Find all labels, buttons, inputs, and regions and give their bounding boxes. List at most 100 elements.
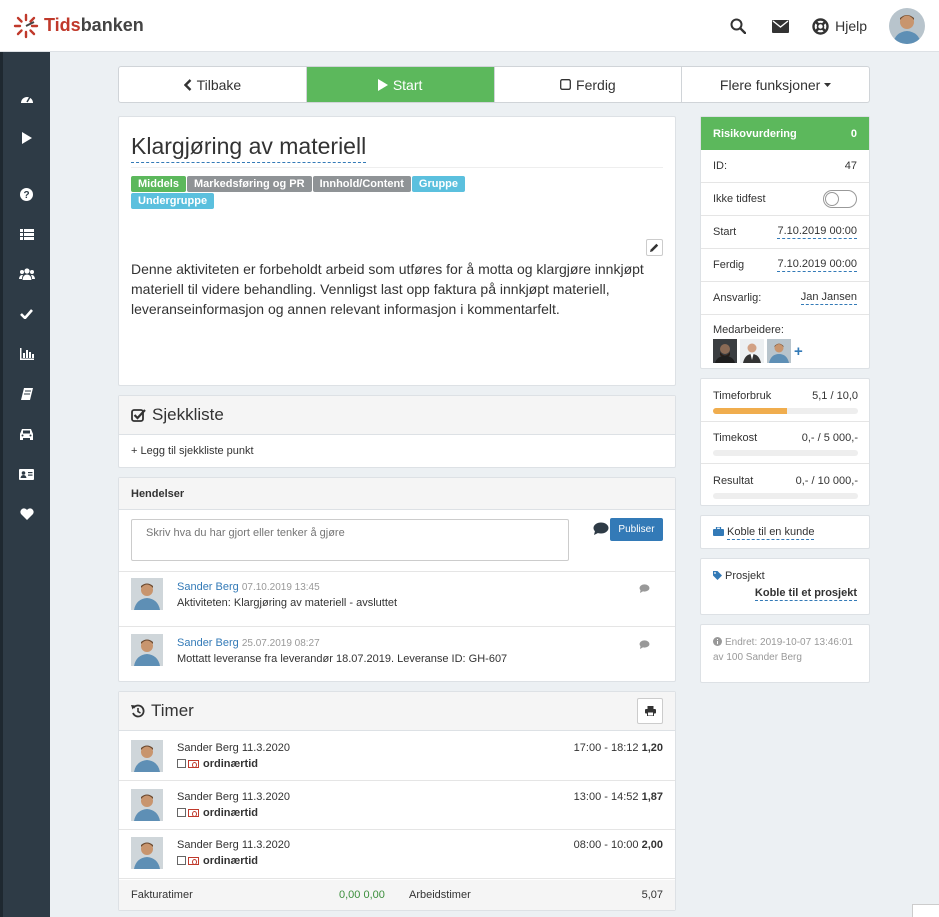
timer-user-date: Sander Berg 11.3.2020 [177, 742, 290, 754]
heart-icon[interactable] [3, 502, 50, 526]
event-time: 07.10.2019 13:45 [241, 582, 320, 593]
work-hours-value: 5,07 [641, 889, 663, 901]
start-date[interactable]: 7.10.2019 00:00 [777, 225, 857, 239]
events-panel: Hendelser Publiser Sander Berg 07.10.201… [118, 477, 676, 682]
print-icon [644, 706, 656, 716]
envelope-icon[interactable] [770, 16, 790, 36]
event-input[interactable] [131, 519, 569, 561]
list-icon[interactable] [3, 222, 50, 246]
changed-line-1: Endret: 2019-10-07 13:46:01 [725, 637, 853, 648]
dashboard-icon[interactable] [3, 86, 50, 110]
more-functions-dropdown[interactable]: Flere funksjoner [682, 67, 869, 102]
tag-priority[interactable]: Middels [131, 176, 186, 192]
bar-chart-icon[interactable] [3, 342, 50, 366]
checklist-panel: Sjekkliste + Legg til sjekkliste punkt [118, 395, 676, 468]
app-logo[interactable]: Tidsbanken [13, 13, 144, 39]
tag-group[interactable]: Gruppe [411, 176, 466, 192]
publish-button[interactable]: Publiser [610, 518, 663, 541]
corner-widget[interactable] [912, 904, 939, 917]
unscheduled-row: Ikke tidfest [701, 183, 869, 216]
edit-description-button[interactable] [646, 239, 663, 256]
book-icon[interactable] [3, 382, 50, 406]
member-avatar[interactable] [713, 339, 737, 363]
timer-header: Timer [119, 692, 675, 731]
timer-panel: Timer Sander Berg 11.3.2020 ordinærtid 1… [118, 691, 676, 911]
task-tags: Middels Markedsføring og PR Innhold/Conten… [131, 176, 531, 210]
owner-name[interactable]: Jan Jansen [800, 291, 857, 305]
start-button[interactable]: Start [306, 67, 495, 102]
link-project-link[interactable]: Koble til et prosjekt [754, 587, 857, 601]
timer-user-avatar [131, 837, 163, 869]
money-icon [188, 760, 199, 768]
tag-subcategory[interactable]: Innhold/Content [312, 176, 411, 192]
timer-user-date: Sander Berg 11.3.2020 [177, 839, 290, 851]
time-hours: 2,00 [641, 839, 663, 851]
budget-panel: Timeforbruk 5,1 / 10,0 Timekost 0,- / 5 00… [700, 378, 870, 506]
invoice-hours-value: 0,00 0,00 [339, 889, 385, 901]
timer-footer: Fakturatimer 0,00 0,00 Arbeidstimer 5,07 [119, 880, 675, 910]
event-time: 25.07.2019 08:27 [241, 638, 320, 649]
comment-icon [593, 522, 609, 538]
left-sidebar: ? [0, 52, 50, 917]
checked-box-icon [131, 408, 146, 422]
play-icon [377, 78, 388, 91]
money-icon [188, 809, 199, 817]
risk-assessment[interactable]: Risikovurdering 0 [701, 117, 869, 150]
member-avatar[interactable] [767, 339, 791, 363]
timer-row[interactable]: Sander Berg 11.3.2020 ordinærtid 17:00 -… [119, 732, 675, 781]
event-author-avatar[interactable] [131, 578, 163, 610]
caret-down-icon [824, 82, 832, 87]
link-customer-link[interactable]: Koble til en kunde [727, 526, 815, 540]
logo-clock-icon [13, 13, 39, 39]
add-member-button[interactable]: + [794, 343, 803, 360]
work-hours-label: Arbeidstimer [409, 889, 471, 901]
event-author-avatar[interactable] [131, 634, 163, 666]
question-icon[interactable]: ? [3, 182, 50, 206]
result: Resultat 0,- / 10 000,- [713, 475, 858, 499]
end-date[interactable]: 7.10.2019 00:00 [777, 258, 857, 272]
start-row: Start 7.10.2019 00:00 [701, 216, 869, 249]
info-icon [713, 637, 722, 646]
id-card-icon[interactable] [3, 462, 50, 486]
reply-comment-icon[interactable] [639, 638, 650, 652]
unscheduled-toggle[interactable] [823, 190, 857, 208]
member-avatar[interactable] [740, 339, 764, 363]
event-author[interactable]: Sander Berg [177, 637, 239, 649]
users-icon[interactable] [3, 262, 50, 286]
done-button[interactable]: Ferdig [495, 67, 683, 102]
timer-row[interactable]: Sander Berg 11.3.2020 ordinærtid 13:00 -… [119, 781, 675, 830]
cost-progress-bar [713, 450, 858, 456]
play-icon[interactable] [3, 126, 50, 150]
search-icon[interactable] [728, 16, 748, 36]
task-action-bar: Tilbake Start Ferdig Flere funksjoner [118, 66, 870, 103]
lifebuoy-icon [812, 17, 829, 35]
hour-cost-value: 0,- / 5 000,- [801, 432, 858, 444]
pencil-icon [650, 243, 659, 252]
invoice-checkbox[interactable] [177, 759, 186, 768]
timer-user-date: Sander Berg 11.3.2020 [177, 791, 290, 803]
briefcase-icon [713, 527, 724, 536]
car-icon[interactable] [3, 422, 50, 446]
invoice-checkbox[interactable] [177, 856, 186, 865]
tag-subgroup[interactable]: Undergruppe [131, 193, 215, 209]
task-description: Denne aktiviteten er forbeholdt arbeid s… [131, 261, 644, 317]
event-author[interactable]: Sander Berg [177, 581, 239, 593]
timer-row[interactable]: Sander Berg 11.3.2020 ordinærtid 08:00 -… [119, 830, 675, 879]
hours-progress-bar [713, 408, 858, 414]
check-icon[interactable] [3, 302, 50, 326]
timer-user-avatar [131, 789, 163, 821]
reply-comment-icon[interactable] [639, 582, 650, 596]
back-button[interactable]: Tilbake [119, 67, 307, 102]
events-header: Hendelser [119, 478, 675, 510]
tag-category[interactable]: Markedsføring og PR [186, 176, 312, 192]
user-avatar[interactable] [889, 8, 925, 44]
add-checklist-item-link[interactable]: + Legg til sjekkliste punkt [119, 435, 675, 467]
hour-cost: Timekost 0,- / 5 000,- [713, 432, 858, 456]
print-button[interactable] [637, 698, 663, 724]
invoice-checkbox[interactable] [177, 808, 186, 817]
help-button[interactable]: Hjelp [812, 17, 867, 35]
task-title[interactable]: Klargjøring av materiell [131, 133, 367, 163]
members-row: Medarbeidere: + [701, 315, 869, 363]
result-progress-bar [713, 493, 858, 499]
chevron-left-icon [183, 78, 192, 91]
